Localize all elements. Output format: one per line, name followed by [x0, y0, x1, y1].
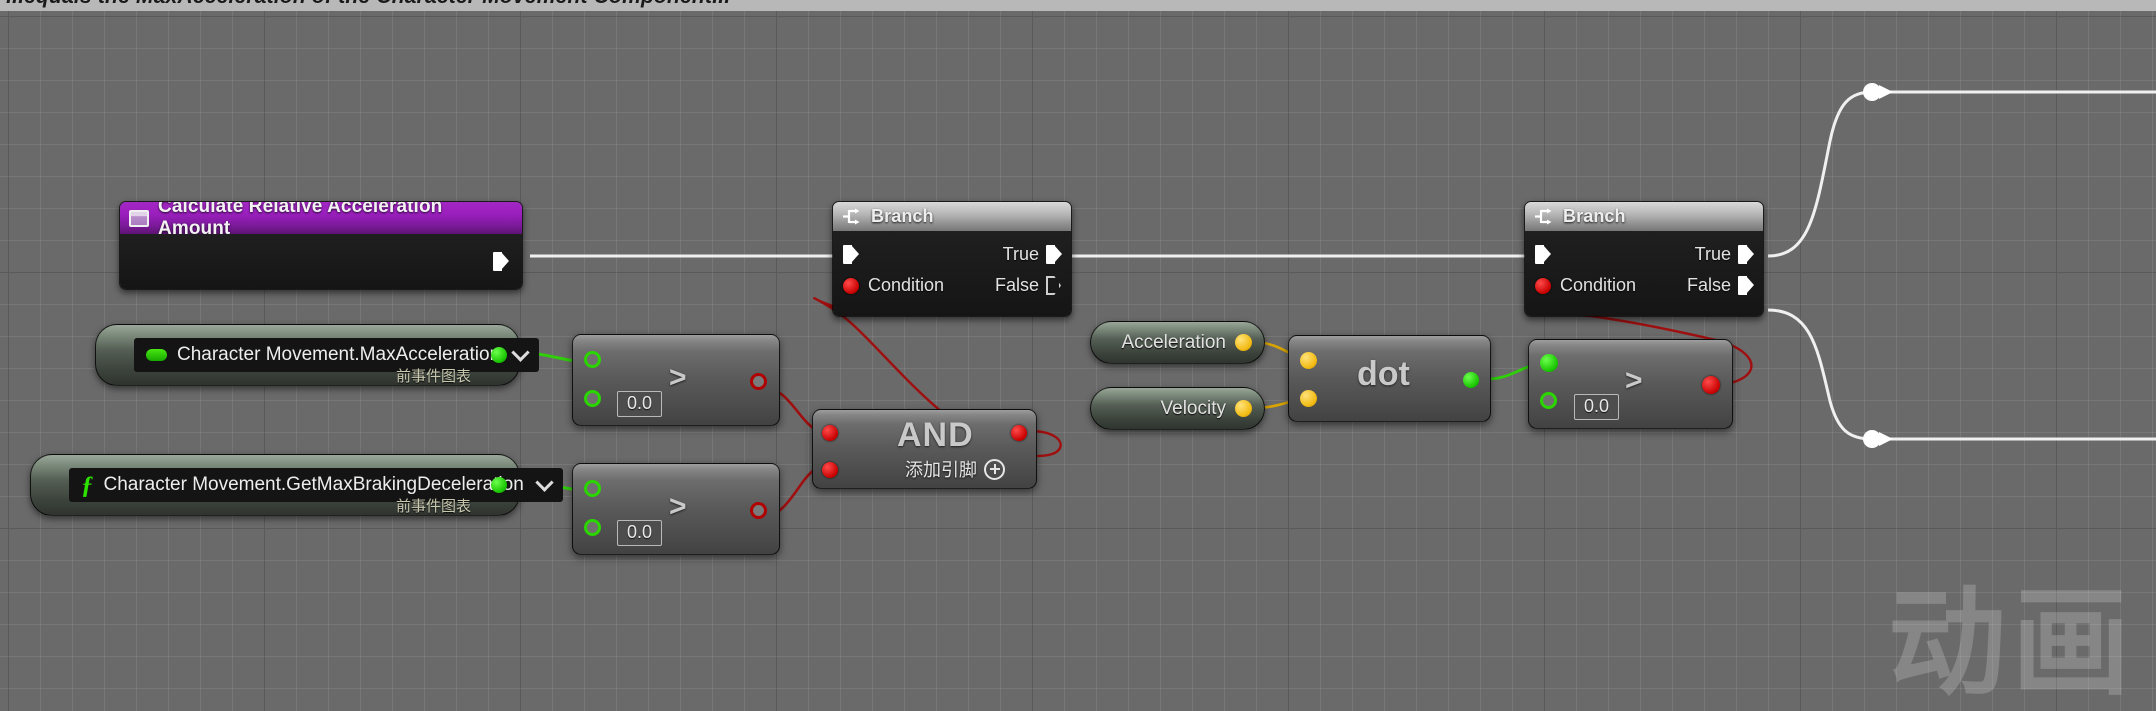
bool-input-pin-1[interactable]	[822, 425, 838, 441]
exec-arrow-filled-icon	[843, 245, 859, 264]
node-get-velocity[interactable]: Velocity	[1090, 387, 1265, 430]
value-input-b[interactable]: 0.0	[617, 520, 663, 546]
bool-output-pin[interactable]	[750, 373, 767, 390]
add-pin-control[interactable]: 添加引脚	[905, 456, 1005, 482]
material-swatch-icon	[129, 209, 149, 227]
float-input-pin-a[interactable]	[584, 480, 601, 497]
exec-output-pin-true[interactable]	[1738, 245, 1754, 264]
exec-input-pin[interactable]	[843, 245, 859, 264]
function-label: Character Movement.GetMaxBrakingDecelera…	[103, 474, 524, 495]
condition-pin-label: Condition	[1560, 275, 1637, 295]
plus-circle-icon[interactable]	[984, 458, 1005, 480]
condition-pin-label: Condition	[868, 275, 945, 295]
false-pin-label: False	[994, 275, 1039, 295]
vector-output-pin[interactable]	[1235, 334, 1252, 351]
exec-output-pin-false[interactable]	[1738, 276, 1754, 295]
node-boolean-and[interactable]: AND 添加引脚	[812, 409, 1037, 489]
operator-glyph: >	[669, 490, 687, 523]
exec-arrow-filled-icon	[1738, 245, 1754, 264]
operator-glyph: AND	[897, 416, 974, 454]
value-input-b[interactable]: 0.0	[617, 391, 663, 417]
float-input-pin-a[interactable]	[584, 351, 601, 368]
variable-label: Velocity	[1160, 397, 1226, 419]
node-body	[120, 234, 522, 289]
bool-output-pin[interactable]	[750, 502, 767, 519]
add-pin-label: 添加引脚	[905, 460, 977, 480]
node-greater-than-bottom[interactable]: 0.0 >	[572, 463, 780, 555]
chevron-down-icon[interactable]	[511, 342, 530, 362]
exec-arrow-filled-icon	[1738, 276, 1754, 295]
false-pin-label: False	[1686, 275, 1731, 295]
node-greater-than-right[interactable]: 0.0 >	[1528, 339, 1733, 429]
node-titlebar: Branch	[1525, 202, 1763, 231]
exec-arrow-filled-icon	[1535, 245, 1551, 264]
vector-output-pin[interactable]	[1235, 400, 1252, 417]
node-branch-right[interactable]: Branch True Condition False	[1524, 201, 1764, 317]
vector-input-pin-a[interactable]	[1300, 352, 1317, 369]
bool-input-pin-condition[interactable]	[843, 277, 859, 294]
function-name-chip[interactable]: ƒ Character Movement.GetMaxBrakingDecele…	[69, 468, 563, 502]
exec-input-pin[interactable]	[1535, 245, 1551, 264]
node-get-max-braking-deceleration[interactable]: ƒ Character Movement.GetMaxBrakingDecele…	[30, 454, 563, 516]
operator-glyph: >	[669, 361, 687, 394]
graph-comment-text: ...equals the MaxAcceleration of the Cha…	[6, 0, 730, 9]
branch-icon	[1535, 208, 1552, 225]
exec-arrow-filled-icon	[1046, 245, 1062, 264]
bool-input-pin-condition[interactable]	[1535, 277, 1551, 294]
node-body: True Condition False	[833, 231, 1071, 316]
exec-wire-arrow-false	[1879, 432, 1893, 446]
exec-wire-branchright-true-out	[1767, 90, 2156, 258]
node-branch-left[interactable]: Branch True Condition False	[832, 201, 1072, 317]
exec-arrow-filled-icon	[493, 252, 509, 271]
float-input-pin-a[interactable]	[1540, 354, 1558, 372]
exec-wire-marker-false	[1863, 430, 1881, 448]
node-vector-dot-product[interactable]: dot	[1288, 335, 1491, 422]
exec-arrow-hollow-icon	[1046, 276, 1061, 295]
exec-wire-marker-true	[1863, 83, 1881, 101]
variable-label: Acceleration	[1121, 331, 1226, 353]
function-source-label: 前事件图表	[395, 498, 471, 515]
exec-wire-arrow-true	[1879, 85, 1893, 99]
node-greater-than-top[interactable]: 0.0 >	[572, 334, 780, 426]
node-body: True Condition False	[1525, 231, 1763, 316]
exec-output-pin[interactable]	[493, 252, 509, 271]
float-output-pin[interactable]	[491, 347, 507, 363]
float-input-pin-b[interactable]	[1540, 392, 1557, 409]
exec-output-pin-false[interactable]	[1046, 276, 1061, 295]
float-input-pin-b[interactable]	[584, 390, 601, 407]
chevron-down-icon[interactable]	[535, 472, 554, 492]
node-titlebar: Branch	[833, 202, 1071, 231]
node-get-max-acceleration[interactable]: Character Movement.MaxAcceleration 前事件图表	[95, 324, 540, 386]
float-input-pin-b[interactable]	[584, 519, 601, 536]
node-get-acceleration[interactable]: Acceleration	[1090, 321, 1265, 364]
variable-name-chip[interactable]: Character Movement.MaxAcceleration	[134, 338, 540, 372]
function-f-icon: ƒ	[81, 471, 94, 499]
float-output-pin[interactable]	[1463, 372, 1479, 388]
value-input-b[interactable]: 0.0	[1574, 394, 1620, 420]
exec-output-pin-true[interactable]	[1046, 245, 1062, 264]
node-calculate-relative-acceleration-amount[interactable]: Calculate Relative Acceleration Amount	[119, 201, 523, 290]
node-titlebar: Calculate Relative Acceleration Amount	[120, 202, 522, 239]
branch-icon	[843, 208, 860, 225]
bool-output-pin[interactable]	[1702, 376, 1720, 394]
node-title: Branch	[871, 206, 934, 226]
variable-pill-icon	[146, 349, 167, 361]
operator-glyph: >	[1625, 364, 1643, 397]
graph-comment-banner: ...equals the MaxAcceleration of the Cha…	[0, 0, 2156, 11]
variable-label: Character Movement.MaxAcceleration	[177, 344, 501, 365]
blueprint-graph-canvas[interactable]: 动画 Calculate Relative Acceleration Amoun…	[0, 11, 2156, 711]
bool-output-pin[interactable]	[1011, 425, 1027, 441]
true-pin-label: True	[1002, 244, 1039, 264]
variable-source-label: 前事件图表	[395, 368, 471, 385]
operator-glyph: dot	[1357, 355, 1410, 393]
bool-input-pin-2[interactable]	[822, 462, 838, 478]
true-pin-label: True	[1694, 244, 1731, 264]
node-title: Branch	[1563, 206, 1626, 226]
float-output-pin[interactable]	[491, 477, 507, 493]
vector-input-pin-b[interactable]	[1300, 390, 1317, 407]
exec-wire-branchright-false-out	[1767, 308, 2156, 441]
